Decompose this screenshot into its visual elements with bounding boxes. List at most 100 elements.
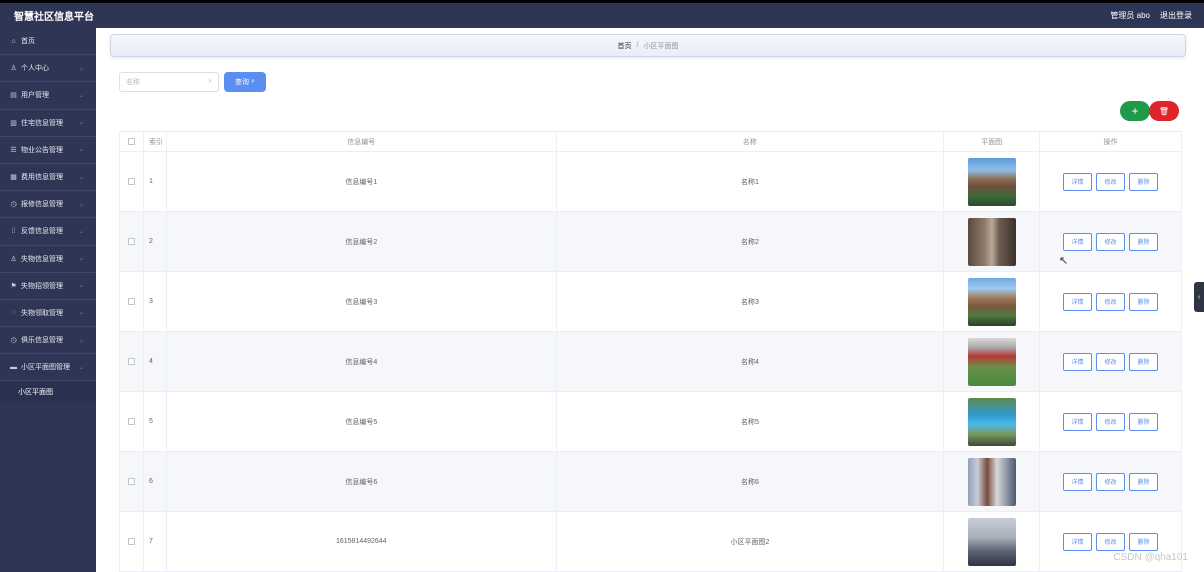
- sidebar-item[interactable]: ♙ 个人中心 ⌄: [0, 55, 96, 83]
- breadcrumb: 首页 / 小区平面图: [110, 34, 1186, 57]
- detail-button[interactable]: 详情: [1063, 412, 1093, 431]
- sidebar-item[interactable]: ▤ 用户管理 ⌄: [0, 82, 96, 110]
- sidebar-item-label: 用户管理: [21, 92, 49, 100]
- floorplan-thumbnail[interactable]: [967, 337, 1016, 386]
- sidebar-item[interactable]: ◌ 失物领取管理 ⌄: [0, 300, 96, 328]
- row-index: 5: [144, 392, 167, 451]
- sidebar-subitem-floorplan[interactable]: 小区平面图: [0, 381, 96, 404]
- menu-icon: ♙: [10, 65, 17, 73]
- search-input[interactable]: 名称 ⌕: [119, 72, 219, 92]
- sidebar-item[interactable]: ◷ 俱乐信息管理 ⌄: [0, 327, 96, 355]
- row-checkbox-cell: [120, 452, 144, 511]
- row-checkbox[interactable]: [127, 538, 135, 545]
- delete-button[interactable]: 删除: [1129, 292, 1159, 311]
- row-name: 名称2: [557, 212, 945, 271]
- row-checkbox[interactable]: [127, 478, 135, 485]
- edit-button[interactable]: 修改: [1096, 532, 1126, 551]
- delete-button[interactable]: 删除: [1129, 232, 1159, 251]
- sidebar-item[interactable]: ▦ 费用信息管理 ⌄: [0, 164, 96, 192]
- add-button[interactable]: +: [1120, 101, 1150, 121]
- row-code: 信息编号2: [167, 212, 557, 271]
- table-row: 7 1615814492644 小区平面图2 详情 修改 删除: [120, 512, 1182, 572]
- sidebar-item[interactable]: ☰ 物业公告管理 ⌄: [0, 137, 96, 164]
- chevron-down-icon: ⌄: [78, 337, 84, 344]
- sidebar-item-label: 反馈信息管理: [21, 228, 63, 236]
- row-checkbox[interactable]: [127, 418, 135, 425]
- top-header: 智慧社区信息平台 管理员 abo 退出登录: [0, 0, 1204, 28]
- edit-button[interactable]: 修改: [1096, 412, 1126, 431]
- detail-button[interactable]: 详情: [1063, 352, 1093, 371]
- row-actions: 详情 修改 删除: [1040, 392, 1182, 451]
- floorplan-thumbnail[interactable]: [967, 217, 1016, 266]
- delete-button[interactable]: 删除: [1129, 532, 1159, 551]
- sidebar-item[interactable]: ⁞⁞ 反馈信息管理 ⌄: [0, 218, 96, 246]
- row-index: 2: [144, 212, 167, 271]
- edit-button[interactable]: 修改: [1096, 172, 1126, 191]
- edit-button[interactable]: 修改: [1096, 472, 1126, 491]
- sidebar-item[interactable]: ⚑ 失物招领管理 ⌄: [0, 273, 96, 300]
- sidebar-item[interactable]: ♙ 失物信息管理 ⌄: [0, 246, 96, 273]
- sidebar-item-label: 俱乐信息管理: [21, 337, 63, 345]
- sidebar-item-label: 报修信息管理: [21, 201, 63, 209]
- detail-button[interactable]: 详情: [1063, 292, 1093, 311]
- chevron-down-icon: ⌄: [78, 174, 84, 181]
- detail-button[interactable]: 详情: [1063, 172, 1093, 191]
- row-checkbox[interactable]: [127, 178, 135, 185]
- row-checkbox-cell: [120, 212, 144, 271]
- chevron-down-icon: ⌄: [78, 256, 84, 263]
- delete-button[interactable]: 删除: [1129, 172, 1159, 191]
- sidebar-item[interactable]: ⌂ 首页: [0, 28, 96, 56]
- row-checkbox[interactable]: [127, 298, 135, 305]
- floorplan-thumbnail[interactable]: [967, 157, 1016, 206]
- row-actions: 详情 修改 删除: [1040, 272, 1182, 331]
- row-checkbox-cell: [120, 332, 144, 391]
- breadcrumb-current: 小区平面图: [643, 42, 679, 50]
- chevron-down-icon: ⌄: [78, 120, 84, 127]
- sidebar-item[interactable]: ▬ 小区平面图管理 ⌄: [0, 354, 96, 382]
- table-row: 4 信息编号4 名称4 详情 修改 删除: [120, 332, 1182, 392]
- delete-button[interactable]: 删除: [1129, 472, 1159, 491]
- table-row: 1 信息编号1 名称1 详情 修改 删除: [120, 152, 1182, 212]
- edit-button[interactable]: 修改: [1096, 232, 1126, 251]
- menu-icon: ▥: [10, 119, 17, 127]
- floorplan-thumbnail[interactable]: [967, 457, 1016, 506]
- sidebar-item[interactable]: ▥ 住宅信息管理 ⌄: [0, 110, 96, 137]
- floorplan-thumbnail[interactable]: [967, 397, 1016, 446]
- sidebar-item-label: 首页: [21, 38, 35, 46]
- chevron-down-icon: ⌄: [78, 147, 84, 154]
- edit-button[interactable]: 修改: [1096, 292, 1126, 311]
- row-image-cell: [944, 152, 1041, 211]
- table-row: 6 信息编号6 名称6 详情 修改 删除: [120, 452, 1182, 512]
- sidebar-item-label: 小区平面图管理: [21, 364, 70, 372]
- menu-icon: ▬: [10, 363, 17, 371]
- chevron-down-icon: ⌄: [78, 228, 84, 235]
- delete-button[interactable]: 删除: [1129, 412, 1159, 431]
- row-code: 信息编号6: [167, 452, 557, 511]
- menu-icon: ♙: [10, 255, 17, 263]
- logout-link[interactable]: 退出登录: [1160, 10, 1192, 21]
- row-code: 信息编号4: [167, 332, 557, 391]
- detail-button[interactable]: 详情: [1063, 472, 1093, 491]
- batch-delete-button[interactable]: 🗑: [1149, 101, 1179, 121]
- sidebar-item[interactable]: ◷ 报修信息管理 ⌄: [0, 191, 96, 219]
- header-image: 平面图: [944, 132, 1041, 151]
- row-checkbox[interactable]: [127, 358, 135, 365]
- sidebar-item-label: 失物领取管理: [21, 309, 63, 317]
- breadcrumb-home[interactable]: 首页: [618, 41, 632, 51]
- floorplan-thumbnail[interactable]: [967, 277, 1016, 326]
- header-checkbox-cell: [120, 132, 144, 151]
- edit-button[interactable]: 修改: [1096, 352, 1126, 371]
- search-button[interactable]: 查询 ⌕: [224, 72, 266, 92]
- chevron-down-icon: ⌄: [78, 65, 84, 72]
- detail-button[interactable]: 详情: [1063, 532, 1093, 551]
- delete-button[interactable]: 删除: [1129, 352, 1159, 371]
- select-all-checkbox[interactable]: [127, 138, 135, 145]
- floorplan-thumbnail[interactable]: [967, 517, 1016, 566]
- floorplan-table: 索引 信息编号 名称 平面图 操作 1 信息编号1 名称1 详情 修改 删除 2 信息编号2 名…: [119, 131, 1182, 572]
- row-image-cell: [944, 512, 1041, 571]
- sidebar-item-label: 失物招领管理: [21, 282, 63, 290]
- row-checkbox[interactable]: [127, 238, 135, 245]
- collapse-toggle[interactable]: ‹: [1194, 282, 1204, 312]
- detail-button[interactable]: 详情: [1063, 232, 1093, 251]
- row-code: 信息编号3: [167, 272, 557, 331]
